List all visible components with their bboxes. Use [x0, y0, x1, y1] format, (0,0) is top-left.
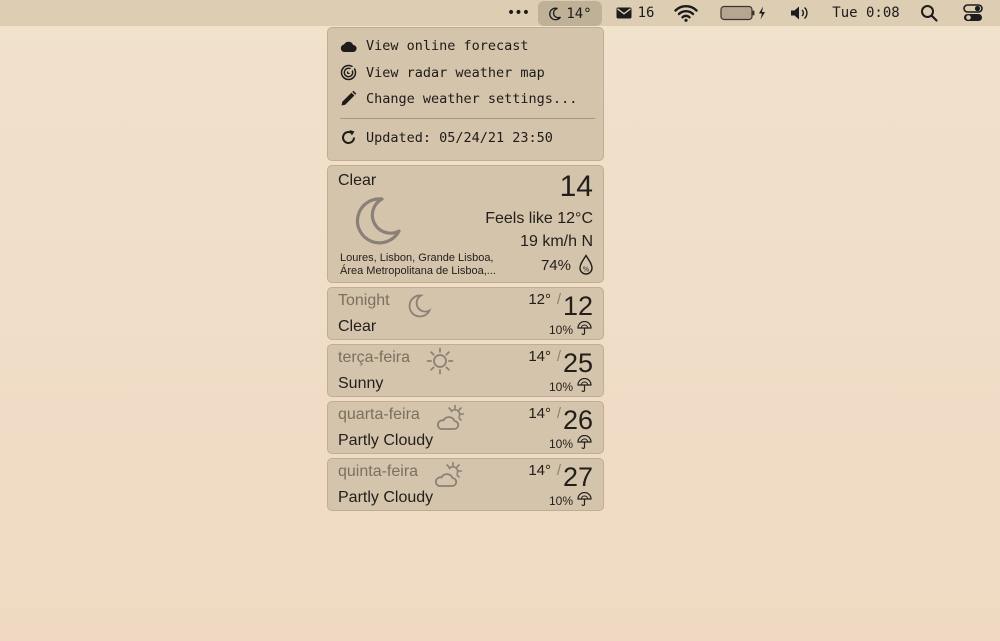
forecast-day-name: quarta-feira [338, 406, 420, 423]
moon-icon [548, 7, 562, 21]
battery-button[interactable] [720, 0, 768, 26]
current-conditions-card[interactable]: Clear 14 Feels like 12°C 19 km/h N Loure… [327, 165, 604, 283]
menu-item-refresh[interactable]: Updated: 05/24/21 23:50 [340, 129, 553, 146]
toggles-icon [963, 4, 983, 22]
search-icon [920, 4, 938, 22]
temp-slash: / [556, 291, 561, 308]
mail-status-button[interactable]: 16 [612, 0, 658, 26]
humidity-drop-icon: % [578, 254, 594, 276]
forecast-high: 12 [562, 291, 593, 321]
menu-item-label: Change weather settings... [366, 90, 578, 107]
forecast-day-name: Tonight [338, 292, 390, 309]
spotlight-search-button[interactable] [918, 0, 940, 26]
battery-charging-icon [720, 5, 768, 21]
umbrella-icon [577, 435, 592, 450]
weather-status-temp: 14° [566, 5, 592, 22]
forecast-low: 12° [528, 291, 551, 308]
forecast-condition: Clear [338, 318, 377, 335]
forecast-day-thursday[interactable]: quinta-feira Partly Cloudy 14° / 27 10% [327, 458, 604, 511]
menu-item-label: View online forecast [366, 38, 529, 54]
sun-icon [426, 347, 454, 375]
pencil-icon [340, 90, 357, 107]
weather-menu: View online forecast View radar weather … [327, 27, 604, 161]
location-line-2: Área Metropolitana de Lisboa,... [340, 265, 496, 277]
temp-slash: / [556, 462, 561, 479]
forecast-precip: 10% [548, 323, 573, 337]
forecast-day-tonight[interactable]: Tonight Clear 12° / 12 10% [327, 287, 604, 340]
menu-item-weather-settings[interactable]: Change weather settings... [340, 90, 577, 107]
menu-item-online-forecast[interactable]: View online forecast [340, 38, 529, 54]
moon-icon [406, 293, 432, 319]
forecast-high: 25 [562, 348, 593, 378]
weather-status-button[interactable]: 14° [538, 1, 602, 26]
menu-item-radar-map[interactable]: View radar weather map [340, 64, 545, 81]
umbrella-icon [577, 492, 592, 507]
cloud-icon [340, 40, 357, 53]
svg-text:%: % [583, 266, 590, 274]
forecast-low: 14° [528, 348, 551, 365]
feels-like: Feels like 12°C [485, 210, 593, 227]
forecast-low: 14° [528, 462, 551, 479]
forecast-day-wednesday[interactable]: quarta-feira Partly Cloudy 14° / 26 10% [327, 401, 604, 454]
mail-icon [616, 7, 632, 19]
forecast-condition: Partly Cloudy [338, 432, 434, 449]
updated-timestamp: Updated: 05/24/21 23:50 [366, 129, 553, 146]
forecast-precip: 10% [548, 380, 573, 394]
forecast-precip: 10% [548, 494, 573, 508]
refresh-icon [340, 129, 357, 146]
umbrella-icon [577, 378, 592, 393]
moon-icon [350, 194, 404, 248]
dots-glyph: ••• [506, 5, 530, 21]
menu-item-label: View radar weather map [366, 64, 545, 81]
humidity: 74% [540, 257, 571, 274]
control-center-button[interactable] [960, 0, 986, 26]
wind-speed: 19 km/h N [520, 233, 593, 250]
forecast-precip: 10% [548, 437, 573, 451]
clock[interactable]: Tue 0:08 [826, 0, 906, 26]
menu-bar: ••• 14° 16 Tue 0:08 [0, 0, 1000, 26]
current-temp: 14 [559, 170, 593, 203]
wifi-icon [674, 4, 698, 22]
temp-slash: / [556, 405, 561, 422]
forecast-condition: Partly Cloudy [338, 489, 434, 506]
overflow-dots-button[interactable]: ••• [503, 0, 533, 26]
location-line-1: Loures, Lisbon, Grande Lisboa, [340, 252, 494, 264]
partly-cloudy-icon [434, 461, 464, 489]
forecast-day-tuesday[interactable]: terça-feira Sunny 14° / 25 10% [327, 344, 604, 397]
volume-button[interactable] [788, 0, 810, 26]
temp-slash: / [556, 348, 561, 365]
speaker-icon [790, 5, 808, 21]
partly-cloudy-icon [436, 404, 466, 432]
wifi-button[interactable] [672, 0, 700, 26]
forecast-high: 27 [562, 462, 593, 492]
forecast-condition: Sunny [338, 375, 384, 392]
mail-count: 16 [637, 5, 655, 21]
forecast-day-name: terça-feira [338, 349, 411, 366]
radar-icon [340, 64, 357, 81]
current-condition: Clear [338, 172, 377, 189]
forecast-low: 14° [528, 405, 551, 422]
umbrella-icon [577, 321, 592, 336]
forecast-high: 26 [562, 405, 593, 435]
menu-separator [340, 118, 595, 119]
forecast-day-name: quinta-feira [338, 463, 419, 480]
